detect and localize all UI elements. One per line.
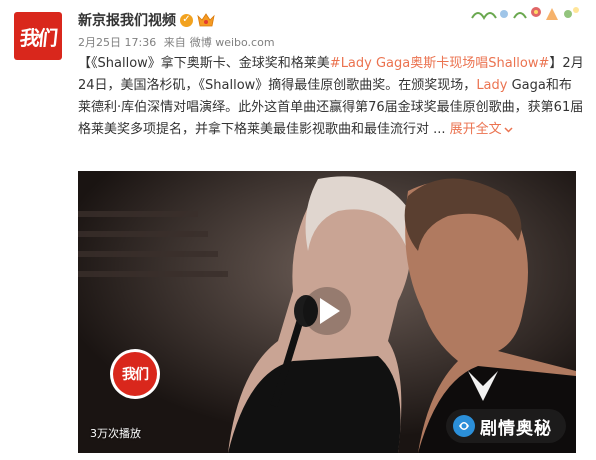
hashtag-link[interactable]: #Lady Gaga奥斯卡现场唱Shallow# [330, 56, 550, 71]
avatar[interactable]: 我们 [14, 12, 62, 60]
author-name-link[interactable]: 新京报我们视频 [78, 10, 176, 30]
weibo-post-card: 我们 新京报我们视频 ✓ 2月25日 17:36 来自 微博 weibo.com … [0, 0, 596, 460]
watermark-text: 剧情奥秘 [480, 418, 552, 439]
watermark-logo-icon [453, 415, 475, 437]
play-icon[interactable] [302, 286, 352, 336]
verified-badge-icon[interactable]: ✓ [180, 13, 193, 27]
overlay-logo-text: 我们 [113, 352, 157, 396]
post-text: 【《Shallow》拿下奥斯卡、金球奖和格莱美#Lady Gaga奥斯卡现场唱S… [78, 53, 584, 141]
via-label: 来自 [163, 36, 186, 49]
close-bracket: 】 [549, 56, 563, 71]
play-count: 3万次播放 [90, 427, 141, 440]
open-bracket: 【 [78, 56, 92, 71]
post-date-link[interactable]: 2月25日 17:36 [78, 36, 156, 49]
expand-full-text-link[interactable]: 展开全文 [450, 122, 513, 137]
post-meta: 2月25日 17:36 来自 微博 weibo.com [78, 34, 279, 50]
client-source-link[interactable]: 微博 weibo.com [190, 36, 275, 49]
video-overlay-logo: 我们 [110, 349, 160, 399]
card-decoration-icon [471, 7, 579, 20]
chevron-down-icon [504, 127, 513, 133]
video-player[interactable]: 我们 3万次播放 剧情奥秘 [78, 171, 576, 453]
vip-member-icon[interactable] [197, 13, 215, 27]
name-link[interactable]: Lady [476, 78, 507, 93]
post-title: 《Shallow》拿下奥斯卡、金球奖和格莱美 [91, 56, 330, 71]
expand-label: 展开全文 [449, 122, 502, 137]
avatar-logo: 我们 [18, 25, 58, 50]
author-row: 新京报我们视频 ✓ [78, 9, 215, 31]
watermark-badge: 剧情奥秘 [446, 409, 566, 443]
